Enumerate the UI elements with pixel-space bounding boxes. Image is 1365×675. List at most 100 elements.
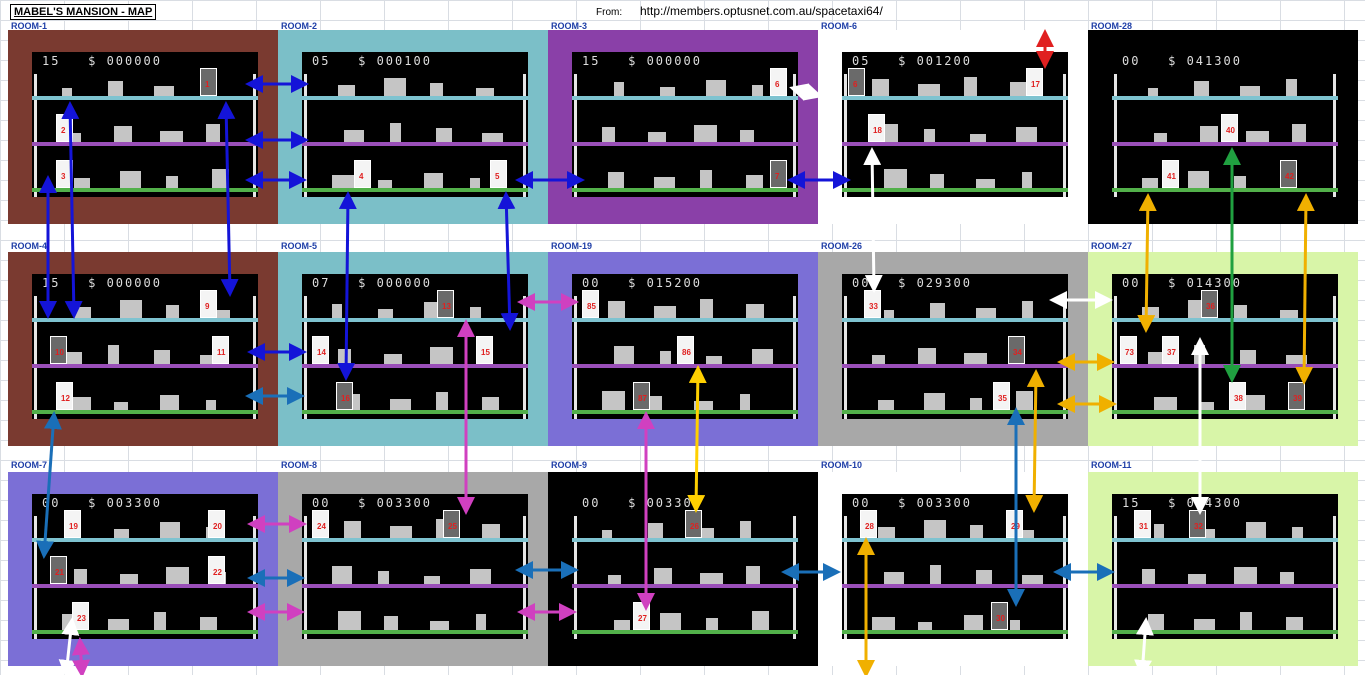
furniture-sprite — [1194, 619, 1215, 630]
furniture-sprite — [976, 570, 992, 584]
furniture-sprite — [1154, 397, 1177, 410]
wall-right — [1333, 74, 1336, 197]
door-number: 3 — [61, 172, 66, 181]
floor-3 — [1112, 410, 1338, 414]
door-number: 30 — [996, 614, 1005, 623]
wall-left — [304, 516, 307, 639]
furniture-sprite — [694, 401, 713, 410]
furniture-sprite — [884, 572, 904, 584]
furniture-sprite — [430, 347, 453, 364]
furniture-sprite — [1022, 301, 1033, 318]
door-number: 32 — [1194, 522, 1203, 531]
wall-right — [1063, 74, 1066, 197]
from-label: From: — [596, 7, 623, 18]
room-screen: 15 $ 000000 6 7 — [572, 52, 798, 197]
wall-right — [1063, 516, 1066, 639]
furniture-sprite — [930, 303, 945, 318]
door-number: 16 — [341, 394, 350, 403]
furniture-sprite — [740, 521, 751, 538]
floor-2 — [302, 584, 528, 588]
door-number: 13 — [442, 302, 451, 311]
furniture-sprite — [1240, 86, 1260, 96]
floor-2 — [1112, 584, 1338, 588]
door-number: 29 — [1011, 522, 1020, 531]
furniture-sprite — [602, 530, 612, 538]
furniture-sprite — [872, 79, 889, 96]
furniture-sprite — [338, 611, 361, 630]
floor-1 — [572, 538, 798, 542]
floor-1 — [572, 318, 798, 322]
furniture-sprite — [482, 397, 499, 410]
floor-2 — [32, 364, 258, 368]
floor-3 — [572, 630, 798, 634]
room-screen: 00 $ 041300 40 41 42 — [1112, 52, 1338, 197]
door-number: 26 — [690, 522, 699, 531]
floor-1 — [842, 96, 1068, 100]
furniture-sprite — [614, 620, 630, 630]
floor-2 — [302, 142, 528, 146]
room-screen: 00 $ 003300 28 29 30 — [842, 494, 1068, 639]
room-screen: 15 $ 000000 9 10 11 12 — [32, 274, 258, 419]
furniture-sprite — [1246, 395, 1265, 410]
room-label: ROOM-7 — [11, 460, 47, 470]
furniture-sprite — [114, 529, 129, 538]
room-screen: 15 $ 000000 1 2 3 — [32, 52, 258, 197]
furniture-sprite — [930, 565, 941, 584]
wall-left — [304, 296, 307, 419]
furniture-sprite — [160, 395, 179, 410]
furniture-sprite — [706, 618, 718, 630]
furniture-sprite — [1286, 79, 1297, 96]
hud-readout: 00 $ 003300 — [312, 496, 432, 510]
floor-3 — [32, 630, 258, 634]
furniture-sprite — [878, 400, 894, 410]
door-number: 38 — [1234, 394, 1243, 403]
furniture-sprite — [108, 619, 129, 630]
door-number: 2 — [61, 126, 66, 135]
floor-3 — [572, 410, 798, 414]
wall-left — [34, 296, 37, 419]
floor-2 — [1112, 364, 1338, 368]
furniture-sprite — [918, 622, 932, 630]
door-number: 27 — [638, 614, 647, 623]
room-frame: 00 $ 003300 28 29 30 — [818, 472, 1088, 666]
furniture-sprite — [1200, 126, 1218, 142]
furniture-sprite — [1246, 522, 1266, 538]
source-url[interactable]: http://members.optusnet.com.au/spacetaxi… — [640, 4, 883, 18]
furniture-sprite — [660, 87, 675, 96]
room-label: ROOM-26 — [821, 241, 863, 251]
furniture-sprite — [700, 573, 723, 584]
wall-left — [34, 74, 37, 197]
furniture-sprite — [746, 566, 760, 584]
furniture-sprite — [752, 349, 773, 364]
wall-left — [844, 74, 847, 197]
furniture-sprite — [970, 525, 983, 538]
floor-3 — [842, 410, 1068, 414]
furniture-sprite — [1280, 310, 1298, 318]
door-number: 20 — [213, 522, 222, 531]
door-number: 7 — [775, 172, 780, 181]
furniture-sprite — [1148, 88, 1158, 96]
furniture-sprite — [206, 400, 216, 410]
floor-2 — [842, 584, 1068, 588]
furniture-sprite — [976, 308, 996, 318]
furniture-sprite — [378, 571, 389, 584]
hud-readout: 00 $ 003300 — [582, 496, 702, 510]
wall-left — [34, 516, 37, 639]
floor-3 — [302, 188, 528, 192]
furniture-sprite — [970, 134, 986, 142]
hud-readout: 00 $ 029300 — [852, 276, 972, 290]
furniture-sprite — [332, 304, 342, 318]
hud-readout: 00 $ 014300 — [1122, 276, 1242, 290]
floor-3 — [302, 410, 528, 414]
furniture-sprite — [746, 175, 763, 188]
room-screen: 00 $ 015200 85 86 87 — [572, 274, 798, 419]
furniture-sprite — [872, 355, 885, 364]
floor-2 — [32, 142, 258, 146]
floor-1 — [1112, 538, 1338, 542]
room-screen: 07 $ 000000 13 14 15 16 — [302, 274, 528, 419]
floor-1 — [842, 318, 1068, 322]
door-number: 22 — [213, 568, 222, 577]
furniture-sprite — [752, 85, 763, 96]
floor-1 — [32, 96, 258, 100]
hud-readout: 00 $ 003300 — [42, 496, 162, 510]
